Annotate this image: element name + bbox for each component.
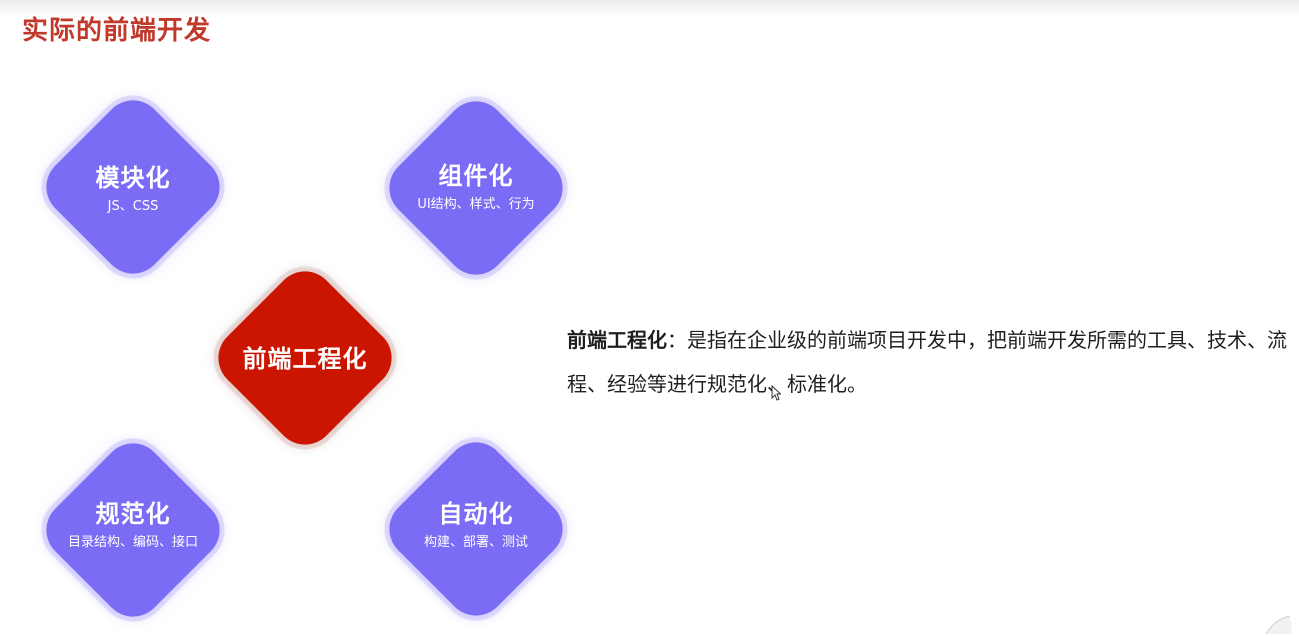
description-term: 前端工程化 [567, 328, 667, 352]
diamond-standard-text: 规范化 目录结构、编码、接口 [33, 499, 233, 552]
slide: 实际的前端开发 模块化 JS、CSS 组件化 UI结构、样式、行为 前端工程化 … [0, 0, 1299, 637]
diamond-component-subtitle: UI结构、样式、行为 [417, 197, 535, 212]
description-text: ：是指在企业级的前端项目开发中，把前端开发所需的工具、技术、流程、经验等进行规范… [567, 328, 1287, 396]
diamond-modular-title: 模块化 [95, 164, 171, 192]
diamond-automation-subtitle: 构建、部署、测试 [423, 535, 528, 550]
description: 前端工程化：是指在企业级的前端项目开发中，把前端开发所需的工具、技术、流程、经验… [567, 318, 1287, 406]
diamond-center-title: 前端工程化 [242, 345, 368, 373]
corner-curl-icon [1265, 615, 1292, 634]
diamond-modular-subtitle: JS、CSS [107, 199, 159, 214]
slide-title: 实际的前端开发 [22, 16, 212, 46]
diamond-modular-text: 模块化 JS、CSS [33, 163, 233, 216]
diamond-center-text: 前端工程化 [205, 344, 405, 374]
diamond-standard-title: 规范化 [95, 500, 171, 528]
diamond-automation-text: 自动化 构建、部署、测试 [376, 499, 576, 552]
diamond-component-text: 组件化 UI结构、样式、行为 [376, 161, 576, 214]
diamond-automation-title: 自动化 [438, 500, 514, 528]
diamond-component-title: 组件化 [438, 162, 514, 190]
diamond-standard-subtitle: 目录结构、编码、接口 [67, 535, 198, 550]
mouse-pointer-icon [771, 385, 781, 401]
